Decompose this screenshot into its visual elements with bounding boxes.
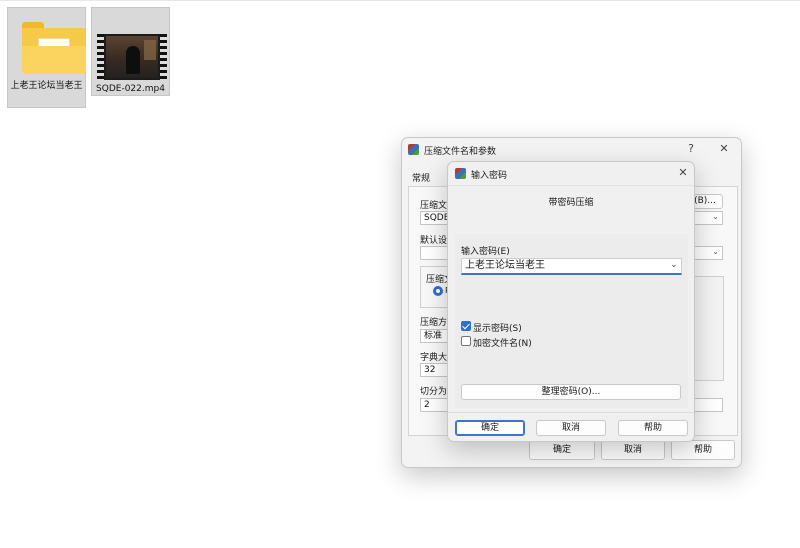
- close-icon[interactable]: ✕: [674, 166, 692, 180]
- winrar-app-icon: [408, 144, 419, 155]
- desktop-top-edge: [0, 0, 800, 1]
- archive-name-label: 压缩文: [420, 201, 448, 211]
- encrypt-filenames-label: 加密文件名(N): [473, 339, 532, 349]
- help-title-button[interactable]: ?: [682, 142, 700, 156]
- password-input[interactable]: 上老王论坛当老王: [461, 258, 682, 275]
- organize-passwords-button[interactable]: 整理密码(O)...: [461, 384, 681, 400]
- chevron-down-icon[interactable]: ⌄: [670, 260, 691, 270]
- button-bar-divider: [448, 412, 694, 413]
- password-label: 输入密码(E): [461, 247, 510, 257]
- chevron-down-icon: ⌄: [712, 247, 719, 256]
- dialog-title: 压缩文件名和参数: [424, 147, 497, 157]
- password-dialog-title: 输入密码: [471, 171, 508, 181]
- dictionary-label: 字典大: [420, 353, 448, 363]
- show-password-checkbox[interactable]: [461, 321, 471, 331]
- main-ok-button[interactable]: 确定: [529, 440, 595, 460]
- main-cancel-button[interactable]: 取消: [601, 440, 665, 460]
- password-ok-button[interactable]: 确定: [455, 420, 525, 436]
- split-label: 切分为: [420, 387, 448, 397]
- chevron-down-icon: ⌄: [712, 212, 719, 221]
- password-help-button[interactable]: 帮助: [618, 420, 688, 436]
- folder-tile[interactable]: 上老王论坛当老王: [7, 7, 86, 108]
- close-icon[interactable]: ✕: [715, 142, 733, 156]
- format-radio-rar[interactable]: [433, 286, 443, 296]
- video-file-tile[interactable]: SQDE-022.mp4: [91, 7, 170, 96]
- password-dialog: 输入密码 ✕ 带密码压缩 输入密码(E) 上老王论坛当老王 ⌄ 显示密码(S) …: [447, 161, 695, 442]
- main-help-button[interactable]: 帮助: [671, 440, 735, 460]
- encrypt-filenames-checkbox[interactable]: [461, 336, 471, 346]
- show-password-label: 显示密码(S): [473, 324, 522, 334]
- video-thumbnail-icon: [97, 34, 167, 80]
- default-profile-field[interactable]: [420, 246, 450, 260]
- method-label: 压缩方: [420, 318, 448, 328]
- tab-general[interactable]: 常规: [412, 171, 430, 184]
- title-divider: [448, 185, 694, 186]
- method-field[interactable]: 标准: [420, 329, 450, 343]
- folder-name: 上老王论坛当老王: [10, 81, 83, 91]
- winrar-app-icon: [455, 168, 466, 179]
- dictionary-field[interactable]: 32: [420, 363, 450, 377]
- password-heading: 带密码压缩: [548, 198, 594, 208]
- default-profile-label: 默认设: [420, 236, 448, 246]
- video-file-name: SQDE-022.mp4: [96, 84, 165, 94]
- split-field[interactable]: 2: [420, 398, 450, 412]
- password-cancel-button[interactable]: 取消: [536, 420, 606, 436]
